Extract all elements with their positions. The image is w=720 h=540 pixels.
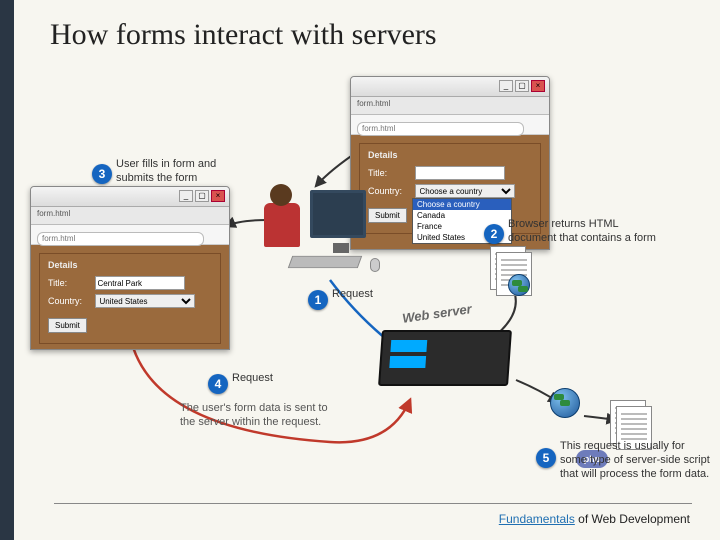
window-controls: _ ▢ × xyxy=(499,80,545,92)
address-bar xyxy=(31,225,229,245)
step-3-label: User fills in form and submits the form xyxy=(116,158,256,186)
step-5-label: This request is usually for some type of… xyxy=(560,440,710,481)
step-4-detail: The user's form data is sent to the serv… xyxy=(180,402,340,430)
country-label: Country: xyxy=(368,186,412,196)
browser-window-filled-form: _ ▢ × form.html Details Title: Country: … xyxy=(30,186,230,350)
minimize-button[interactable]: _ xyxy=(179,190,193,202)
fieldset-legend: Details xyxy=(368,150,532,160)
person-head-icon xyxy=(270,184,292,206)
diagram-canvas: _ ▢ × form.html Details Title: Country: … xyxy=(30,70,690,490)
title-label: Title: xyxy=(48,278,92,288)
footer-rest: of Web Development xyxy=(575,512,690,526)
window-controls: _ ▢ × xyxy=(179,190,225,202)
title-input[interactable] xyxy=(415,166,505,180)
maximize-button[interactable]: ▢ xyxy=(195,190,209,202)
fieldset-legend: Details xyxy=(48,260,212,270)
web-server-icon: Web server xyxy=(380,330,520,410)
monitor-icon xyxy=(310,190,366,238)
keyboard-icon xyxy=(288,256,362,268)
window-titlebar: _ ▢ × xyxy=(31,187,229,207)
step-badge-5: 5 xyxy=(536,448,556,468)
address-bar xyxy=(351,115,549,135)
browser-tab[interactable]: form.html xyxy=(351,97,549,115)
title-input[interactable] xyxy=(95,276,185,290)
step-badge-2: 2 xyxy=(484,224,504,244)
browser-tab[interactable]: form.html xyxy=(31,207,229,225)
url-input[interactable] xyxy=(357,122,524,136)
close-button[interactable]: × xyxy=(531,80,545,92)
url-input[interactable] xyxy=(37,232,204,246)
country-label: Country: xyxy=(48,296,92,306)
person-body-icon xyxy=(264,203,300,247)
step-4-label: Request xyxy=(232,372,273,386)
dropdown-option[interactable]: Choose a country xyxy=(413,199,511,210)
slide-title: How forms interact with servers xyxy=(50,18,437,52)
submit-button[interactable]: Submit xyxy=(368,208,407,223)
dropdown-option[interactable]: Canada xyxy=(413,210,511,221)
step-2-label: Browser returns HTML document that conta… xyxy=(508,218,658,246)
tab-label: form.html xyxy=(357,99,390,108)
mouse-icon xyxy=(370,258,380,272)
step-badge-4: 4 xyxy=(208,374,228,394)
globe-icon xyxy=(550,388,590,436)
minimize-button[interactable]: _ xyxy=(499,80,513,92)
footer-link[interactable]: Fundamentals xyxy=(499,512,575,526)
step-badge-1: 1 xyxy=(308,290,328,310)
close-button[interactable]: × xyxy=(211,190,225,202)
submit-button[interactable]: Submit xyxy=(48,318,87,333)
html-document-icon xyxy=(490,246,530,294)
globe-icon xyxy=(508,274,530,296)
tab-label: form.html xyxy=(37,209,70,218)
form-page: Details Title: Country: United States Su… xyxy=(31,245,229,349)
maximize-button[interactable]: ▢ xyxy=(515,80,529,92)
user-at-computer-icon xyxy=(260,170,370,290)
step-1-label: Request xyxy=(332,288,373,302)
country-select[interactable]: United States xyxy=(95,294,195,308)
footer-text: Fundamentals of Web Development xyxy=(499,512,690,526)
country-select[interactable]: Choose a country xyxy=(415,184,515,198)
title-label: Title: xyxy=(368,168,412,178)
window-titlebar: _ ▢ × xyxy=(351,77,549,97)
server-label: Web server xyxy=(401,301,472,326)
slide-accent-bar xyxy=(0,0,14,540)
step-badge-3: 3 xyxy=(92,164,112,184)
footer-divider xyxy=(54,503,692,504)
